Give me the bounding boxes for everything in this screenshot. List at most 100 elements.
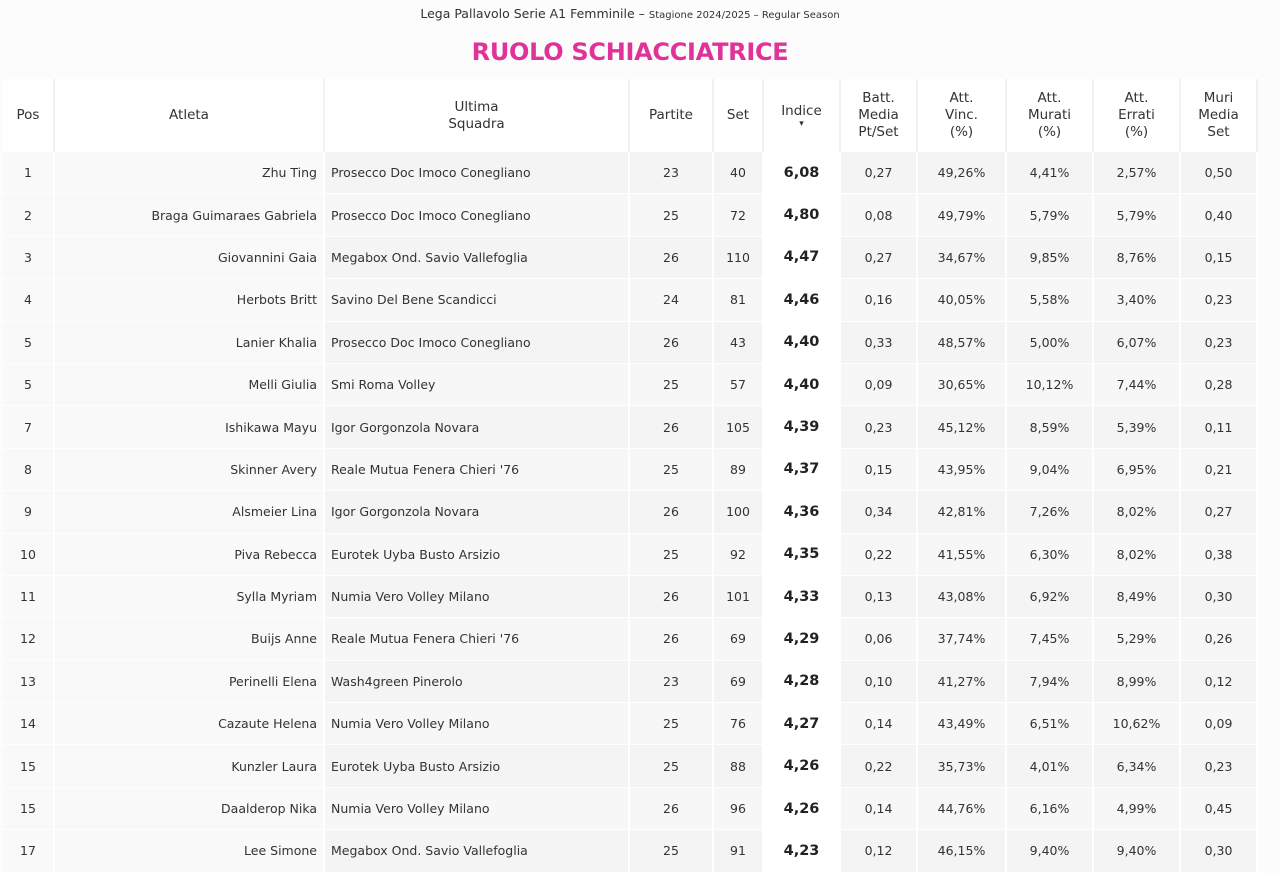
cell-batt: 0,08: [841, 194, 918, 237]
cell-atleta: Alsmeier Lina: [55, 491, 325, 534]
page-title: RUOLO SCHIACCIATRICE: [471, 38, 789, 66]
cell-squadra: Numia Vero Volley Milano: [325, 787, 630, 831]
col-muri[interactable]: Muri Media Set: [1181, 79, 1258, 152]
cell-pos: 12: [3, 618, 55, 661]
cell-partite: 25: [630, 533, 714, 576]
col-att-murati[interactable]: Att. Murati (%): [1007, 79, 1094, 152]
cell-squadra: Reale Mutua Fenera Chieri '76: [325, 618, 630, 661]
table-row[interactable]: 15 Kunzler Laura Eurotek Uyba Busto Arsizi…: [3, 745, 1258, 788]
cell-att-vinc: 37,74%: [918, 618, 1007, 661]
cell-set: 72: [714, 194, 764, 237]
table-header: Pos Atleta Ultima Squadra Partite Set Ind…: [3, 79, 1258, 152]
col-att-errati[interactable]: Att. Errati (%): [1094, 79, 1181, 152]
cell-att-murati: 9,04%: [1007, 448, 1094, 492]
cell-squadra: Numia Vero Volley Milano: [325, 575, 630, 619]
table-row[interactable]: 3 Giovannini Gaia Megabox Ond. Savio Valle…: [3, 236, 1258, 280]
stats-table: Pos Atleta Ultima Squadra Partite Set Ind…: [3, 79, 1258, 873]
cell-pos: 15: [3, 745, 55, 788]
cell-batt: 0,34: [841, 491, 918, 534]
cell-squadra: Savino Del Bene Scandicci: [325, 279, 630, 322]
cell-att-vinc: 30,65%: [918, 363, 1007, 407]
sort-desc-icon[interactable]: ▾: [766, 120, 837, 129]
cell-att-errati: 5,79%: [1094, 194, 1181, 237]
cell-atleta: Giovannini Gaia: [55, 236, 325, 280]
cell-atleta: Daalderop Nika: [55, 787, 325, 831]
cell-indice: 4,27: [764, 703, 841, 746]
cell-batt: 0,13: [841, 575, 918, 619]
cell-muri: 0,15: [1181, 236, 1258, 280]
cell-atleta: Cazaute Helena: [55, 703, 325, 746]
cell-att-vinc: 41,55%: [918, 533, 1007, 576]
cell-atleta: Perinelli Elena: [55, 660, 325, 704]
table-row[interactable]: 7 Ishikawa Mayu Igor Gorgonzola Novara 26 10…: [3, 406, 1258, 449]
col-squadra[interactable]: Ultima Squadra: [325, 79, 630, 152]
cell-set: 43: [714, 321, 764, 364]
cell-pos: 9: [3, 491, 55, 534]
cell-atleta: Skinner Avery: [55, 448, 325, 492]
col-set[interactable]: Set: [714, 79, 764, 152]
cell-squadra: Eurotek Uyba Busto Arsizio: [325, 745, 630, 788]
cell-indice: 4,46: [764, 279, 841, 322]
cell-batt: 0,14: [841, 703, 918, 746]
col-batt[interactable]: Batt. Media Pt/Set: [841, 79, 918, 152]
table-row[interactable]: 5 Melli Giulia Smi Roma Volley 25 57 4,40 0,09…: [3, 363, 1258, 407]
col-atleta[interactable]: Atleta: [55, 79, 325, 152]
cell-set: 69: [714, 618, 764, 661]
table-row[interactable]: 8 Skinner Avery Reale Mutua Fenera Chieri …: [3, 448, 1258, 492]
table-row[interactable]: 11 Sylla Myriam Numia Vero Volley Milano 26…: [3, 575, 1258, 619]
cell-att-vinc: 43,95%: [918, 448, 1007, 492]
col-partite[interactable]: Partite: [630, 79, 714, 152]
cell-set: 81: [714, 279, 764, 322]
col-att-vinc[interactable]: Att. Vinc. (%): [918, 79, 1007, 152]
table-row[interactable]: 14 Cazaute Helena Numia Vero Volley Milano…: [3, 703, 1258, 746]
cell-att-murati: 6,30%: [1007, 533, 1094, 576]
cell-pos: 3: [3, 236, 55, 280]
table-row[interactable]: 9 Alsmeier Lina Igor Gorgonzola Novara 26 10…: [3, 491, 1258, 534]
cell-partite: 26: [630, 236, 714, 280]
col-indice[interactable]: Indice ▾: [764, 79, 841, 152]
table-row[interactable]: 10 Piva Rebecca Eurotek Uyba Busto Arsizio…: [3, 533, 1258, 576]
cell-muri: 0,09: [1181, 703, 1258, 746]
cell-pos: 5: [3, 321, 55, 364]
cell-indice: 4,26: [764, 787, 841, 831]
cell-muri: 0,28: [1181, 363, 1258, 407]
cell-pos: 1: [3, 152, 55, 195]
cell-att-vinc: 42,81%: [918, 491, 1007, 534]
col-pos[interactable]: Pos: [3, 79, 55, 152]
cell-set: 69: [714, 660, 764, 704]
cell-indice: 4,28: [764, 660, 841, 704]
cell-att-errati: 10,62%: [1094, 703, 1181, 746]
cell-att-murati: 6,92%: [1007, 575, 1094, 619]
table-row[interactable]: 12 Buijs Anne Reale Mutua Fenera Chieri '7…: [3, 618, 1258, 661]
cell-att-murati: 6,16%: [1007, 787, 1094, 831]
cell-att-murati: 5,58%: [1007, 279, 1094, 322]
cell-partite: 26: [630, 575, 714, 619]
cell-squadra: Eurotek Uyba Busto Arsizio: [325, 533, 630, 576]
cell-pos: 4: [3, 279, 55, 322]
table-row[interactable]: 1 Zhu Ting Prosecco Doc Imoco Conegliano 23…: [3, 152, 1258, 195]
table-row[interactable]: 13 Perinelli Elena Wash4green Pinerolo 23 69…: [3, 660, 1258, 704]
league-caption: Lega Pallavolo Serie A1 Femminile – Stag…: [0, 6, 1260, 21]
cell-att-vinc: 35,73%: [918, 745, 1007, 788]
cell-muri: 0,23: [1181, 745, 1258, 788]
table-row[interactable]: 4 Herbots Britt Savino Del Bene Scandicci 2…: [3, 279, 1258, 322]
cell-muri: 0,26: [1181, 618, 1258, 661]
cell-squadra: Igor Gorgonzola Novara: [325, 406, 630, 449]
cell-indice: 4,40: [764, 363, 841, 407]
cell-indice: 4,26: [764, 745, 841, 788]
cell-atleta: Piva Rebecca: [55, 533, 325, 576]
cell-set: 76: [714, 703, 764, 746]
table-row[interactable]: 2 Braga Guimaraes Gabriela Prosecco Doc Im…: [3, 194, 1258, 237]
cell-att-murati: 5,00%: [1007, 321, 1094, 364]
cell-batt: 0,33: [841, 321, 918, 364]
cell-muri: 0,40: [1181, 194, 1258, 237]
table-row[interactable]: 5 Lanier Khalia Prosecco Doc Imoco Conegli…: [3, 321, 1258, 364]
cell-pos: 8: [3, 448, 55, 492]
cell-batt: 0,27: [841, 152, 918, 195]
cell-att-murati: 8,59%: [1007, 406, 1094, 449]
cell-att-vinc: 43,49%: [918, 703, 1007, 746]
season-label: Stagione 2024/2025 – Regular Season: [648, 10, 840, 21]
cell-squadra: Numia Vero Volley Milano: [325, 703, 630, 746]
cell-partite: 26: [630, 491, 714, 534]
table-row[interactable]: 15 Daalderop Nika Numia Vero Volley Milano…: [3, 787, 1258, 831]
